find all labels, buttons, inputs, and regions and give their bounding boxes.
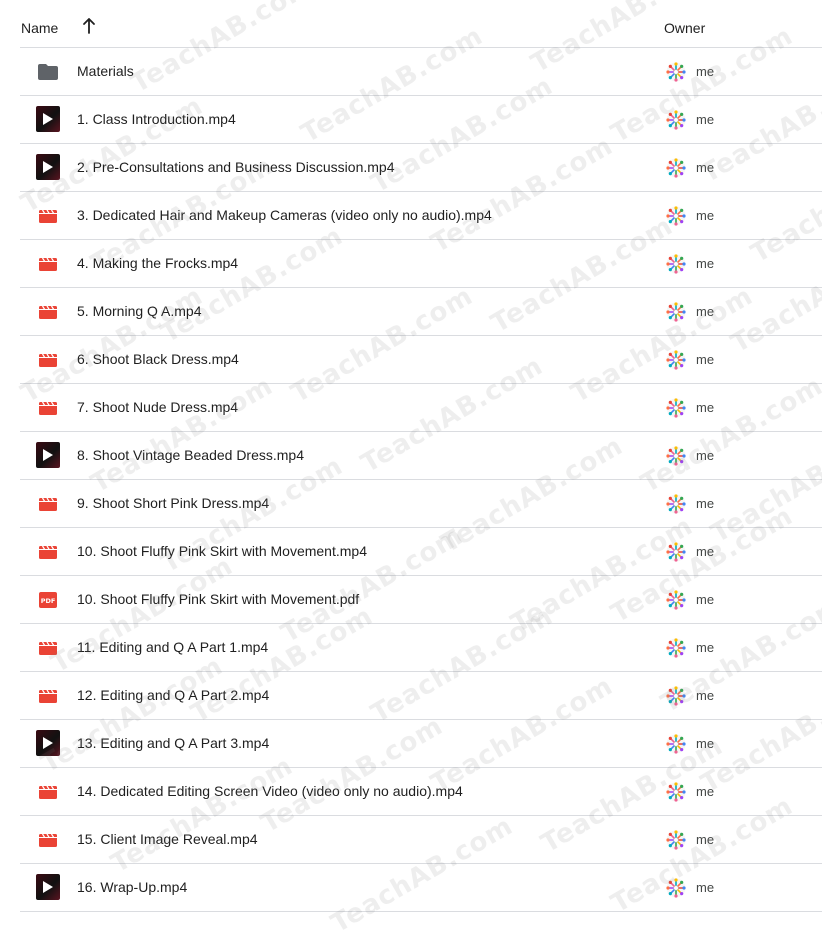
file-name: 3. Dedicated Hair and Makeup Cameras (vi… — [77, 207, 492, 223]
video-icon — [39, 305, 57, 319]
video-thumbnail-icon — [36, 442, 60, 468]
file-name: 16. Wrap-Up.mp4 — [77, 879, 188, 895]
name-column-header[interactable]: Name — [21, 20, 58, 36]
owner-avatar-icon — [666, 686, 686, 706]
video-icon — [39, 401, 57, 415]
owner-name: me — [696, 784, 715, 799]
file-row[interactable]: 8. Shoot Vintage Beaded Dress.mp4 me — [20, 432, 822, 480]
file-name: 8. Shoot Vintage Beaded Dress.mp4 — [77, 447, 305, 463]
file-row[interactable]: 15. Client Image Reveal.mp4 me — [20, 816, 822, 864]
file-row[interactable]: 16. Wrap-Up.mp4 me — [20, 864, 822, 912]
file-row[interactable]: 6. Shoot Black Dress.mp4 me — [20, 336, 822, 384]
owner-name: me — [696, 112, 715, 127]
file-name: 10. Shoot Fluffy Pink Skirt with Movemen… — [77, 591, 360, 607]
owner-avatar-icon — [666, 446, 686, 466]
owner-name: me — [696, 832, 715, 847]
video-icon — [39, 209, 57, 223]
file-name: Materials — [77, 63, 134, 79]
file-name: 10. Shoot Fluffy Pink Skirt with Movemen… — [77, 543, 367, 559]
owner-name: me — [696, 208, 715, 223]
owner-avatar-icon — [666, 398, 686, 418]
owner-name: me — [696, 400, 715, 415]
owner-name: me — [696, 640, 715, 655]
video-icon — [39, 257, 57, 271]
pdf-icon: PDF — [39, 592, 57, 608]
file-name: 12. Editing and Q A Part 2.mp4 — [77, 687, 270, 703]
file-row[interactable]: 11. Editing and Q A Part 1.mp4 me — [20, 624, 822, 672]
file-name: 9. Shoot Short Pink Dress.mp4 — [77, 495, 270, 511]
video-thumbnail-icon — [36, 730, 60, 756]
file-row[interactable]: 10. Shoot Fluffy Pink Skirt with Movemen… — [20, 528, 822, 576]
video-icon — [39, 833, 57, 847]
owner-name: me — [696, 688, 715, 703]
video-icon — [39, 545, 57, 559]
owner-name: me — [696, 256, 715, 271]
video-icon — [39, 785, 57, 799]
file-row[interactable]: 3. Dedicated Hair and Makeup Cameras (vi… — [20, 192, 822, 240]
owner-avatar-icon — [666, 158, 686, 178]
file-row[interactable]: 12. Editing and Q A Part 2.mp4 me — [20, 672, 822, 720]
owner-name: me — [696, 592, 715, 607]
owner-avatar-icon — [666, 542, 686, 562]
owner-avatar-icon — [666, 782, 686, 802]
video-icon — [39, 497, 57, 511]
owner-name: me — [696, 544, 715, 559]
file-name: 6. Shoot Black Dress.mp4 — [77, 351, 239, 367]
owner-avatar-icon — [666, 206, 686, 226]
file-name: 13. Editing and Q A Part 3.mp4 — [77, 735, 270, 751]
owner-avatar-icon — [666, 62, 686, 82]
owner-avatar-icon — [666, 110, 686, 130]
svg-text:PDF: PDF — [41, 597, 56, 605]
owner-avatar-icon — [666, 734, 686, 754]
file-row[interactable]: 5. Morning Q A.mp4 me — [20, 288, 822, 336]
file-name: 15. Client Image Reveal.mp4 — [77, 831, 258, 847]
video-thumbnail-icon — [36, 106, 60, 132]
file-name: 5. Morning Q A.mp4 — [77, 303, 202, 319]
owner-name: me — [696, 736, 715, 751]
video-icon — [39, 641, 57, 655]
file-name: 7. Shoot Nude Dress.mp4 — [77, 399, 239, 415]
owner-name: me — [696, 496, 715, 511]
owner-avatar-icon — [666, 878, 686, 898]
file-row[interactable]: PDF 10. Shoot Fluffy Pink Skirt with Move… — [20, 576, 822, 624]
file-name: 11. Editing and Q A Part 1.mp4 — [77, 639, 269, 655]
video-thumbnail-icon — [36, 874, 60, 900]
file-row[interactable]: 2. Pre-Consultations and Business Discus… — [20, 144, 822, 192]
owner-avatar-icon — [666, 350, 686, 370]
file-name: 1. Class Introduction.mp4 — [77, 111, 236, 127]
owner-avatar-icon — [666, 638, 686, 658]
video-icon — [39, 689, 57, 703]
owner-avatar-icon — [666, 590, 686, 610]
owner-avatar-icon — [666, 830, 686, 850]
owner-avatar-icon — [666, 494, 686, 514]
folder-icon — [38, 64, 58, 80]
file-name: 4. Making the Frocks.mp4 — [77, 255, 239, 271]
owner-column-header[interactable]: Owner — [664, 20, 705, 36]
file-row[interactable]: 13. Editing and Q A Part 3.mp4 me — [20, 720, 822, 768]
sort-ascending-arrow-icon[interactable] — [81, 17, 97, 35]
folder-row[interactable]: Materials me — [20, 48, 822, 96]
owner-name: me — [696, 64, 715, 79]
video-thumbnail-icon — [36, 154, 60, 180]
owner-avatar-icon — [666, 254, 686, 274]
file-row[interactable]: 4. Making the Frocks.mp4 me — [20, 240, 822, 288]
owner-name: me — [696, 160, 715, 175]
file-list-header: Name Owner — [20, 0, 822, 48]
owner-name: me — [696, 448, 715, 463]
owner-name: me — [696, 304, 715, 319]
video-icon — [39, 353, 57, 367]
file-row[interactable]: 1. Class Introduction.mp4 me — [20, 96, 822, 144]
file-name: 14. Dedicated Editing Screen Video (vide… — [77, 783, 463, 799]
file-row[interactable]: 9. Shoot Short Pink Dress.mp4 me — [20, 480, 822, 528]
file-row[interactable]: 14. Dedicated Editing Screen Video (vide… — [20, 768, 822, 816]
file-name: 2. Pre-Consultations and Business Discus… — [77, 159, 395, 175]
owner-avatar-icon — [666, 302, 686, 322]
file-row[interactable]: 7. Shoot Nude Dress.mp4 me — [20, 384, 822, 432]
owner-name: me — [696, 880, 715, 895]
owner-name: me — [696, 352, 715, 367]
file-list: Materials me 1. Class Introduction.mp4 m… — [20, 48, 822, 912]
